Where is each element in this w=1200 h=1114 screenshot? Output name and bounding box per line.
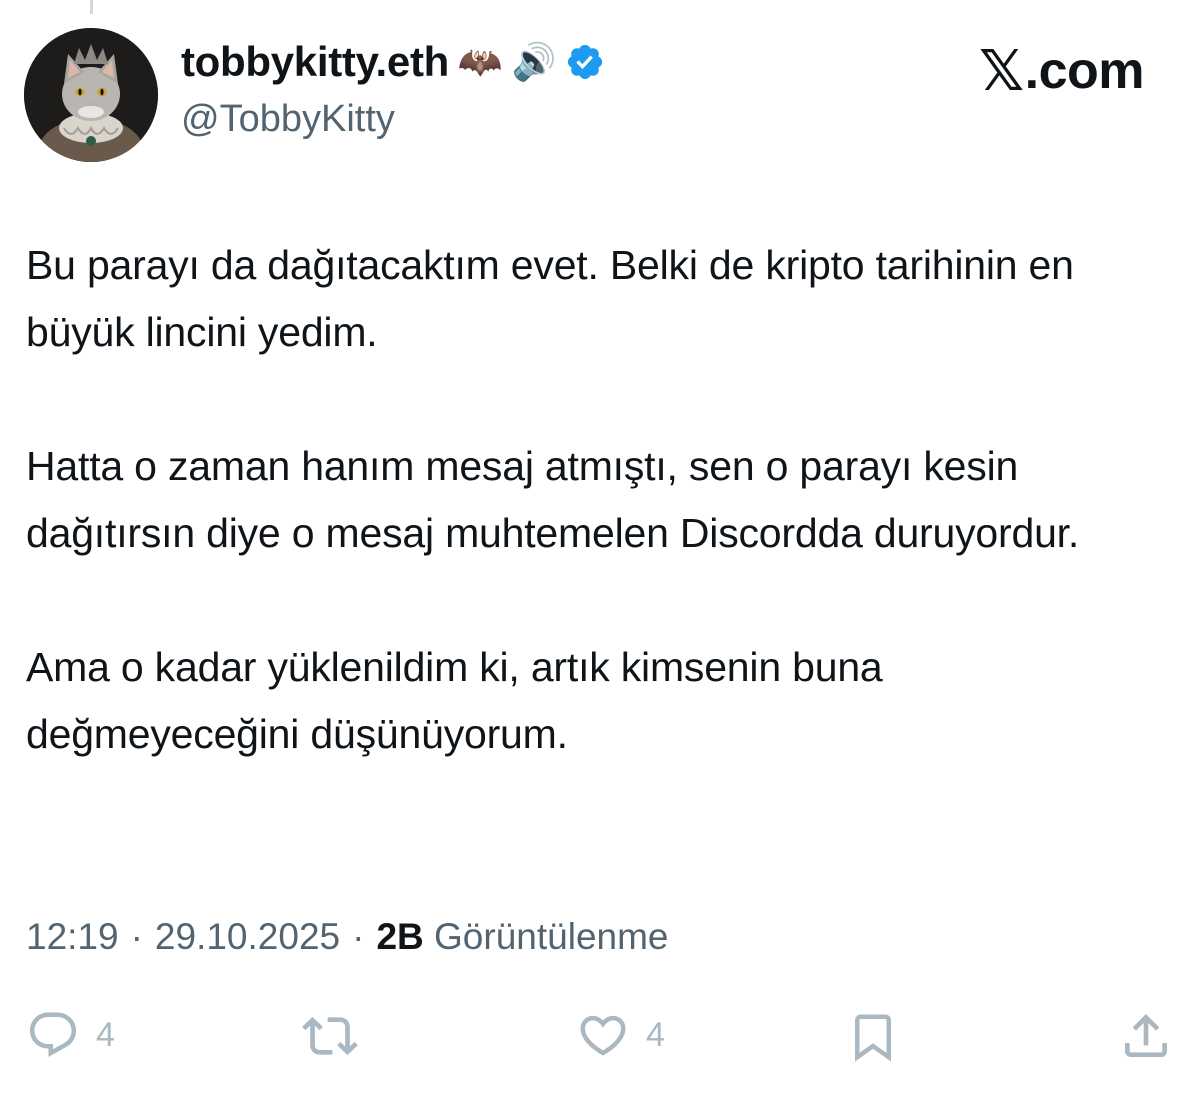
heart-icon <box>580 1015 626 1056</box>
share-button[interactable] <box>1118 1008 1174 1064</box>
verified-badge-icon <box>567 44 603 80</box>
bat-emoji-icon: 🦇 <box>457 41 503 82</box>
brand-watermark: 𝕏 .com <box>979 38 1145 104</box>
views-label[interactable]: Görüntülenme <box>434 916 668 957</box>
bookmark-icon <box>855 1014 891 1062</box>
tweet-time[interactable]: 12:19 <box>26 916 119 958</box>
tweet-metadata: 12:19 · 29.10.2025 · 2B Görüntülenme <box>26 916 669 958</box>
retweet-icon <box>302 1017 358 1055</box>
tweet-paragraph: Ama o kadar yüklenildim ki, artık kimsen… <box>26 644 883 757</box>
brand-domain-text: .com <box>1024 42 1145 100</box>
views-count[interactable]: 2B <box>376 916 423 957</box>
speaker-emoji-icon: 🔊 <box>511 41 557 82</box>
author-display-name[interactable]: tobbykitty.eth <box>181 38 449 86</box>
tweet-paragraph: Bu parayı da dağıtacaktım evet. Belki de… <box>26 242 1074 355</box>
meta-separator: · <box>352 916 365 957</box>
thread-connector-line <box>90 0 93 14</box>
retweet-button[interactable] <box>302 1008 374 1064</box>
author-handle[interactable]: @TobbyKitty <box>181 98 395 141</box>
like-count: 4 <box>646 1015 665 1054</box>
cat-portrait-avatar-icon <box>24 28 158 162</box>
like-button[interactable]: 4 <box>576 1008 665 1062</box>
author-name-row[interactable]: tobbykitty.eth 🦇 🔊 <box>181 38 605 86</box>
share-icon <box>1125 1014 1167 1057</box>
tweet-text: Bu parayı da dağıtacaktım evet. Belki de… <box>26 232 1146 768</box>
reply-count: 4 <box>96 1015 115 1054</box>
bookmark-button[interactable] <box>846 1008 900 1066</box>
reply-button[interactable]: 4 <box>26 1008 115 1062</box>
reply-icon <box>29 1012 77 1057</box>
tweet-action-bar: 4 4 <box>0 1008 1200 1068</box>
tweet-date[interactable]: 29.10.2025 <box>155 916 340 958</box>
x-logo-icon: 𝕏 <box>979 39 1024 102</box>
meta-separator: · <box>130 916 143 957</box>
avatar[interactable] <box>24 28 158 162</box>
tweet-paragraph: Hatta o zaman hanım mesaj atmıştı, sen o… <box>26 443 1080 556</box>
